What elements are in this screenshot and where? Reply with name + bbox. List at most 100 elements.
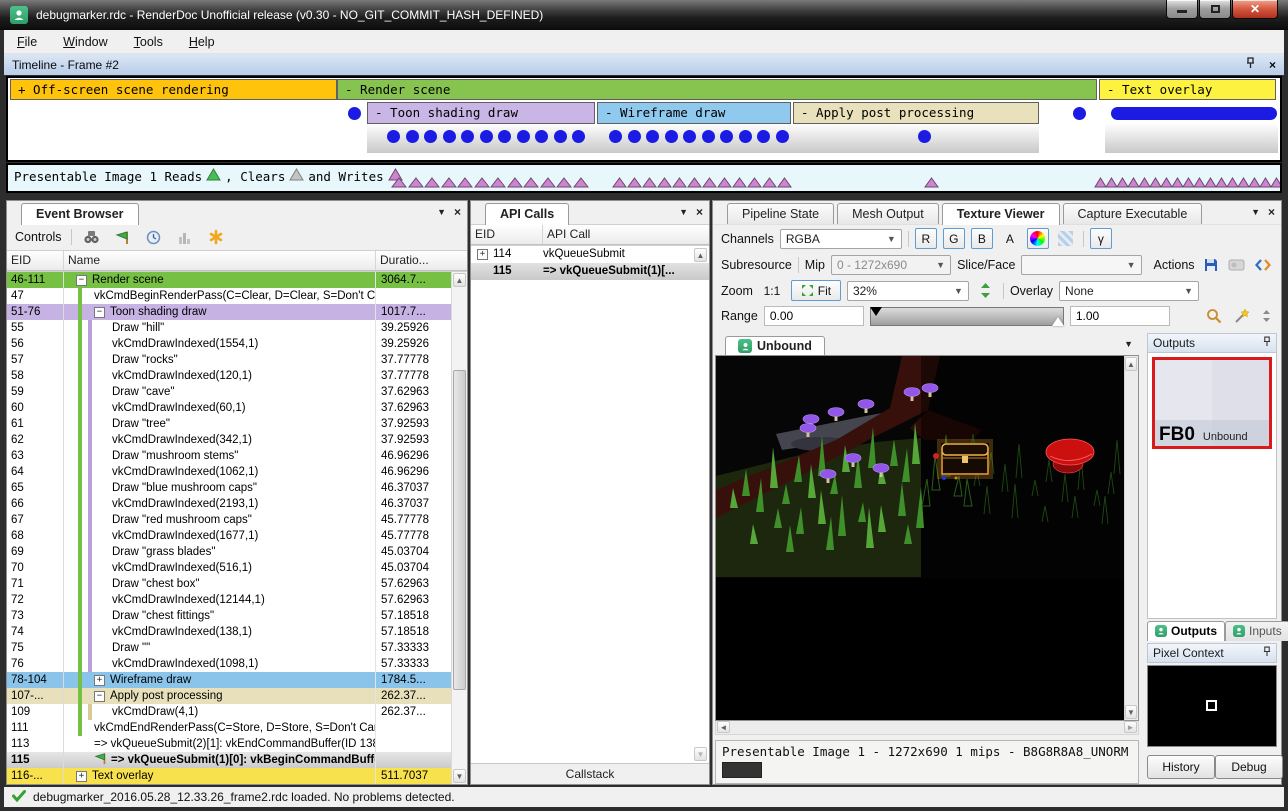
draw-event-dot[interactable] [1073, 107, 1086, 120]
write-marker-triangle[interactable] [556, 177, 572, 188]
write-marker-triangle[interactable] [762, 177, 777, 188]
event-row[interactable]: 61Draw "tree"37.92593 [7, 416, 451, 432]
timeline-canvas[interactable]: + Off-screen scene rendering- Render sce… [6, 76, 1282, 162]
event-row[interactable]: 56vkCmdDrawIndexed(1554,1)39.25926 [7, 336, 451, 352]
menu-item-file[interactable]: File [4, 32, 50, 52]
write-marker-triangle[interactable] [702, 177, 717, 188]
tab-inputs[interactable]: Inputs [1225, 621, 1288, 641]
texture-list-dropdown-icon[interactable]: ▼ [1124, 339, 1133, 349]
draw-event-dot[interactable] [739, 130, 752, 143]
event-row[interactable]: 111vkCmdEndRenderPass(C=Store, D=Store, … [7, 720, 451, 736]
scroll-up-icon[interactable]: ▲ [1125, 357, 1137, 371]
draw-event-dot[interactable] [572, 130, 585, 143]
write-marker-triangle[interactable] [391, 177, 407, 188]
event-row[interactable]: 68vkCmdDrawIndexed(1677,1)45.77778 [7, 528, 451, 544]
event-row[interactable]: 113=> vkQueueSubmit(2)[1]: vkEndCommandB… [7, 736, 451, 752]
write-marker-triangle[interactable] [573, 177, 589, 188]
event-row[interactable]: 107-...−Apply post processing262.37... [7, 688, 451, 704]
tab-texture-viewer[interactable]: Texture Viewer [942, 203, 1060, 225]
draw-event-dot[interactable] [628, 130, 641, 143]
draw-event-dot[interactable] [480, 130, 493, 143]
write-marker-triangle[interactable] [441, 177, 457, 188]
scroll-up-icon[interactable]: ▲ [453, 273, 466, 287]
api-calls-header[interactable]: EID API Call [471, 224, 709, 245]
event-row[interactable]: 60vkCmdDrawIndexed(60,1)37.62963 [7, 400, 451, 416]
pixel-context-view[interactable] [1147, 665, 1277, 747]
event-row[interactable]: 66vkCmdDrawIndexed(2193,1)46.37037 [7, 496, 451, 512]
event-row[interactable]: 75Draw ""57.33333 [7, 640, 451, 656]
panel-menu-icon[interactable]: ▼ [679, 207, 688, 217]
flip-y-icon[interactable] [975, 280, 997, 301]
write-marker-triangle[interactable] [490, 177, 506, 188]
write-marker-triangle[interactable] [540, 177, 556, 188]
asterisk-icon[interactable] [205, 227, 227, 248]
open-resource-icon[interactable] [1253, 255, 1273, 276]
panel-close-icon[interactable]: × [696, 205, 703, 219]
pin-icon[interactable] [1263, 336, 1271, 350]
draw-event-dot[interactable] [461, 130, 474, 143]
event-row[interactable]: 58vkCmdDrawIndexed(120,1)37.77778 [7, 368, 451, 384]
channels-select[interactable]: RGBA▼ [780, 229, 902, 249]
api-call-row[interactable]: +114vkQueueSubmit [471, 246, 709, 263]
menu-item-tools[interactable]: Tools [121, 32, 176, 52]
range-black-handle[interactable] [870, 307, 882, 316]
event-row[interactable]: 64vkCmdDrawIndexed(1062,1)46.96296 [7, 464, 451, 480]
tab-api-calls[interactable]: API Calls [485, 203, 569, 225]
write-marker-triangle[interactable] [408, 177, 424, 188]
viewport-hscrollbar[interactable]: ◄ ► [715, 721, 1139, 735]
menu-item-window[interactable]: Window [50, 32, 120, 52]
texture-viewport[interactable]: ▲ ▼ [715, 355, 1139, 721]
history-button[interactable]: History [1147, 755, 1215, 779]
draw-event-dot[interactable] [424, 130, 437, 143]
range-max-input[interactable]: 1.00 [1070, 306, 1170, 326]
write-marker-triangle[interactable] [687, 177, 702, 188]
tab-capture-executable[interactable]: Capture Executable [1063, 203, 1203, 224]
event-row[interactable]: 74vkCmdDrawIndexed(138,1)57.18518 [7, 624, 451, 640]
tab-outputs[interactable]: Outputs [1147, 621, 1225, 641]
timeline-marker[interactable]: - Apply post processing [793, 102, 1039, 124]
panel-close-icon[interactable]: × [454, 205, 461, 219]
texture-tab-unbound[interactable]: Unbound [725, 336, 825, 356]
range-white-handle[interactable] [1052, 317, 1064, 326]
draw-events-bar[interactable] [1111, 107, 1277, 120]
range-min-input[interactable]: 0.00 [764, 306, 864, 326]
write-marker-triangle[interactable] [732, 177, 747, 188]
sliceface-select[interactable]: ▼ [1021, 255, 1141, 275]
timeline-marker[interactable]: - Render scene [337, 79, 1097, 100]
event-row[interactable]: 63Draw "mushroom stems"46.96296 [7, 448, 451, 464]
bookmark-flag-icon[interactable] [112, 227, 134, 248]
col-duration[interactable]: Duratio... [376, 251, 467, 270]
scroll-left-icon[interactable]: ◄ [717, 721, 730, 733]
draw-event-dot[interactable] [665, 130, 678, 143]
draw-event-dot[interactable] [609, 130, 622, 143]
alpha-channel-toggle[interactable]: A [999, 228, 1021, 249]
timeline-marker[interactable]: - Wireframe draw [597, 102, 791, 124]
scroll-down-icon[interactable]: ▼ [453, 769, 466, 783]
write-marker-triangle[interactable] [507, 177, 523, 188]
event-row[interactable]: 76vkCmdDrawIndexed(1098,1)57.33333 [7, 656, 451, 672]
fb0-thumbnail[interactable]: FB0 Unbound [1152, 357, 1272, 449]
api-call-row[interactable]: 115=> vkQueueSubmit(1)[... [471, 263, 709, 280]
event-row[interactable]: 65Draw "blue mushroom caps"46.37037 [7, 480, 451, 496]
event-row[interactable]: 47vkCmdBeginRenderPass(C=Clear, D=Clear,… [7, 288, 451, 304]
write-marker-triangle[interactable] [777, 177, 792, 188]
event-row[interactable]: 73Draw "chest fittings"57.18518 [7, 608, 451, 624]
presentable-image-strip[interactable]: Presentable Image 1 Reads, Clearsand Wri… [6, 163, 1282, 193]
tab-pipeline-state[interactable]: Pipeline State [727, 203, 834, 224]
draw-event-dot[interactable] [683, 130, 696, 143]
draw-event-dot[interactable] [535, 130, 548, 143]
event-browser-scrollbar[interactable]: ▲ ▼ [451, 272, 467, 784]
colorwheel-toggle[interactable] [1027, 228, 1049, 249]
draw-event-dot[interactable] [406, 130, 419, 143]
tab-event-browser[interactable]: Event Browser [21, 203, 139, 225]
timeline-marker[interactable]: - Text overlay [1099, 79, 1276, 100]
zoom-1to1-button[interactable]: 1:1 [759, 280, 785, 301]
event-row[interactable]: 72vkCmdDrawIndexed(12144,1)57.62963 [7, 592, 451, 608]
event-row[interactable]: 109vkCmdDraw(4,1)262.37... [7, 704, 451, 720]
debug-button[interactable]: Debug [1215, 755, 1283, 779]
scroll-up-icon[interactable]: ▲ [694, 248, 707, 262]
write-marker-triangle[interactable] [1270, 177, 1282, 188]
event-browser-header[interactable]: EID Name Duratio... [7, 250, 467, 271]
zoom-select[interactable]: 32%▼ [847, 281, 969, 301]
close-icon[interactable]: × [1269, 58, 1276, 72]
